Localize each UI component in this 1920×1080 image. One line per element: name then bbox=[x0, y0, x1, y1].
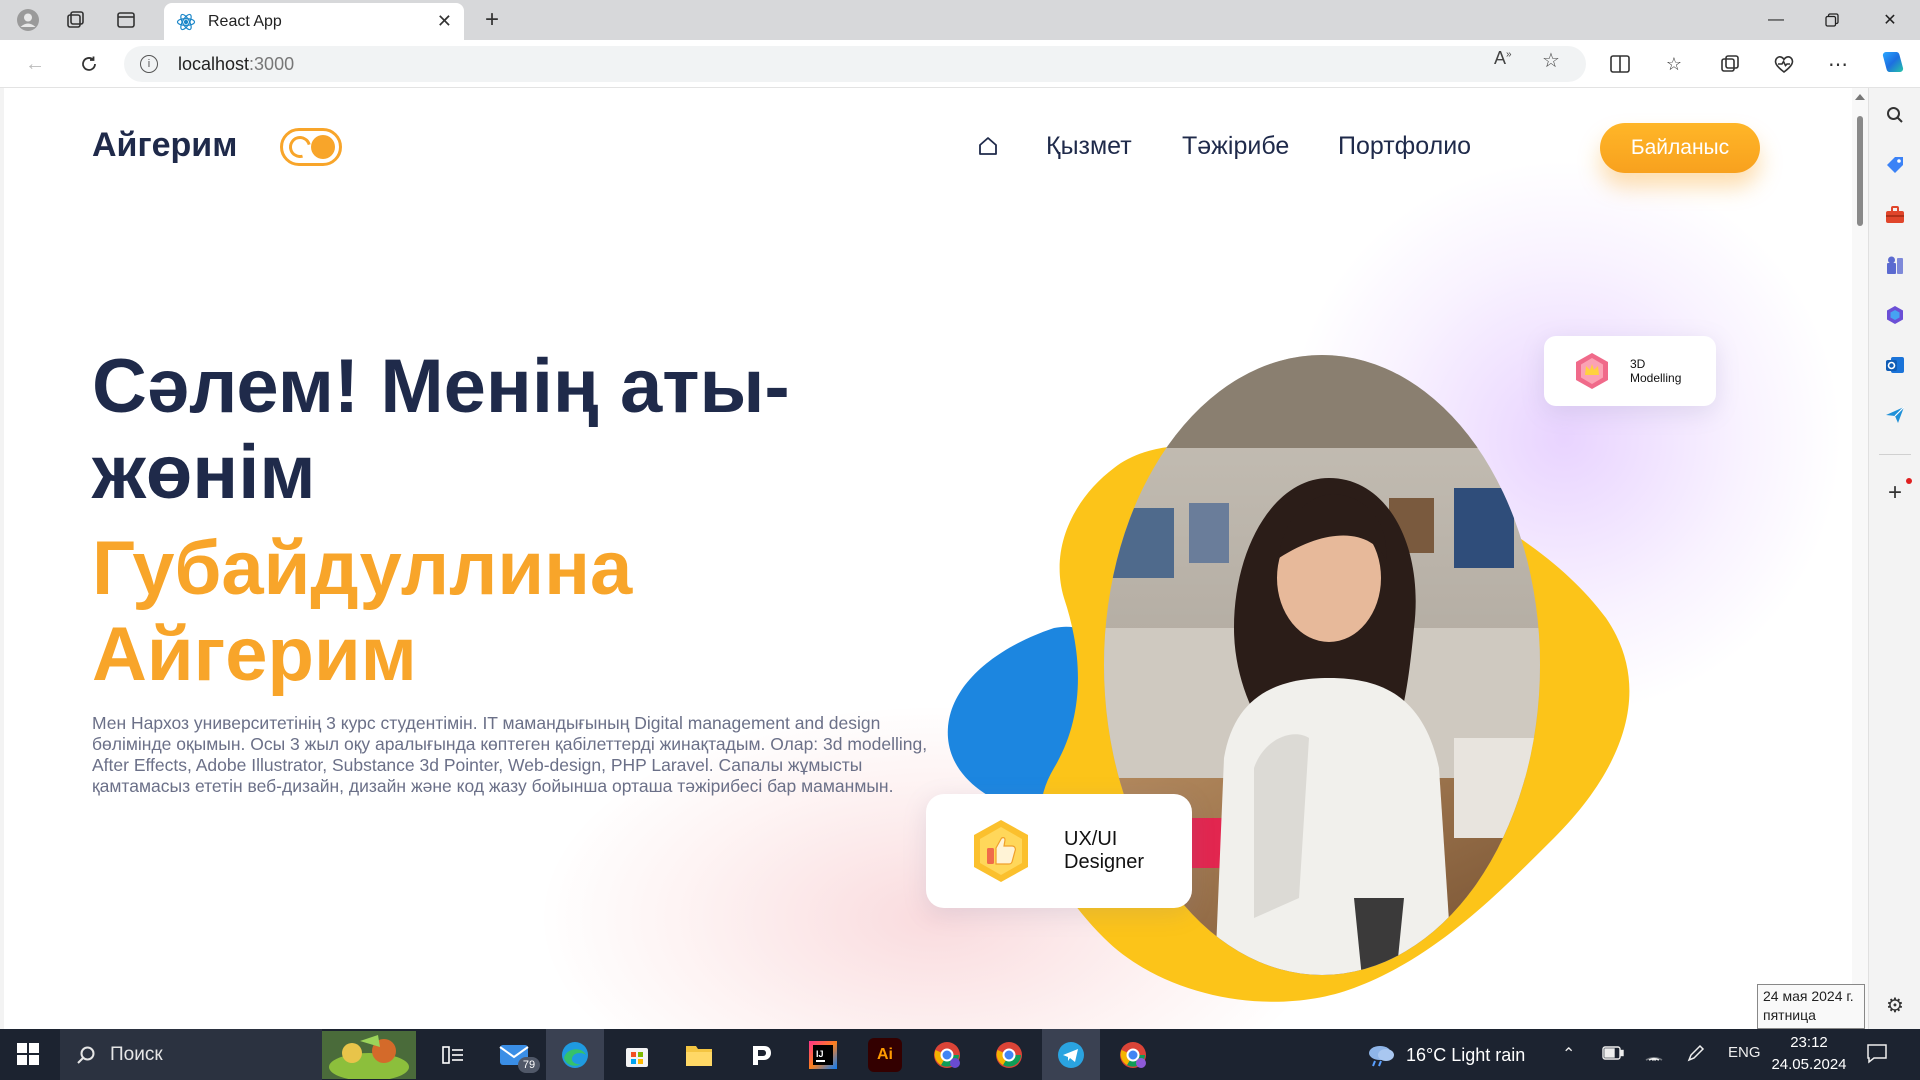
games-icon[interactable] bbox=[1882, 252, 1908, 278]
contact-button[interactable]: Байланыс bbox=[1600, 123, 1760, 173]
url-host: localhost bbox=[178, 53, 250, 74]
system-clock[interactable]: 23:12 24.05.2024 bbox=[1766, 1032, 1852, 1076]
card-ux-ui-designer: UX/UI Designer bbox=[926, 794, 1192, 908]
windows-start-icon[interactable] bbox=[16, 1042, 40, 1066]
chrome-profile-2-icon[interactable] bbox=[1116, 1038, 1150, 1072]
clock-date: 24.05.2024 bbox=[1771, 1056, 1847, 1073]
app-p-icon[interactable] bbox=[744, 1038, 778, 1072]
site-info-icon[interactable]: i bbox=[140, 55, 158, 73]
telegram-icon[interactable] bbox=[1054, 1038, 1088, 1072]
notification-center-icon[interactable] bbox=[1866, 1042, 1888, 1069]
svg-text:IJ: IJ bbox=[816, 1049, 824, 1059]
back-arrow-icon[interactable]: ← bbox=[20, 49, 50, 79]
toggle-knob bbox=[311, 135, 335, 159]
taskbar-search-placeholder: Поиск bbox=[110, 1043, 163, 1065]
task-view-icon[interactable] bbox=[436, 1038, 470, 1072]
store-app-icon[interactable] bbox=[620, 1038, 654, 1072]
intellij-icon[interactable]: IJ bbox=[806, 1038, 840, 1072]
copilot-icon[interactable] bbox=[1878, 48, 1906, 76]
page-viewport: Айгерим Қызмет Тәжірибе Портфолио Байлан… bbox=[4, 88, 1868, 1029]
microsoft-365-icon[interactable] bbox=[1882, 302, 1908, 328]
taskbar-search-icon bbox=[77, 1046, 95, 1064]
collections-icon[interactable] bbox=[1716, 50, 1744, 78]
taskbar: Поиск 79 IJ Ai 16°C Light rain ⌃ ENG 23:… bbox=[0, 1029, 1920, 1080]
clock-time: 23:12 bbox=[1790, 1034, 1828, 1051]
nav-link-portfolio[interactable]: Портфолио bbox=[1338, 132, 1471, 161]
browser-essentials-icon[interactable] bbox=[1770, 50, 1798, 78]
profile-icon[interactable] bbox=[14, 6, 42, 34]
page-scrollbar[interactable] bbox=[1852, 88, 1868, 1029]
tooltip-date: 24 мая 2024 г. bbox=[1763, 988, 1854, 1004]
crown-badge-icon bbox=[1576, 353, 1608, 389]
card-3d-line1: 3D bbox=[1630, 357, 1646, 371]
send-icon[interactable] bbox=[1882, 402, 1908, 428]
address-bar: ← i localhost:3000 A» ☆ ☆ ⋯ bbox=[0, 40, 1920, 88]
wifi-icon[interactable] bbox=[1644, 1044, 1664, 1067]
language-indicator[interactable]: ENG bbox=[1728, 1044, 1761, 1061]
workspaces-icon[interactable] bbox=[62, 6, 90, 34]
tools-icon[interactable] bbox=[1882, 202, 1908, 228]
scrollbar-thumb[interactable] bbox=[1857, 116, 1863, 226]
read-aloud-letter: A bbox=[1494, 48, 1507, 68]
minimize-button[interactable]: — bbox=[1748, 0, 1804, 40]
hero-name: Губайдуллина Айгерим bbox=[92, 526, 633, 697]
theme-toggle[interactable] bbox=[280, 128, 342, 166]
tab-title: React App bbox=[208, 12, 282, 30]
close-tab-icon[interactable]: ✕ bbox=[437, 11, 452, 32]
hero-bio: Мен Нархоз университетінің 3 курс студен… bbox=[92, 713, 928, 796]
home-icon[interactable] bbox=[976, 134, 1000, 158]
weather-widget[interactable]: 16°C Light rain bbox=[1366, 1043, 1525, 1067]
read-aloud-sup: » bbox=[1506, 49, 1512, 60]
hero-greeting: Сәлем! Менің аты-жөнім bbox=[92, 344, 790, 515]
cloud-rain-icon bbox=[1369, 1046, 1394, 1067]
refresh-icon[interactable] bbox=[74, 49, 104, 79]
split-screen-icon[interactable] bbox=[1606, 50, 1634, 78]
react-icon bbox=[176, 13, 196, 30]
notification-dot bbox=[1906, 478, 1912, 484]
omnibox[interactable]: i localhost:3000 bbox=[124, 46, 1586, 82]
thumbs-up-badge-icon bbox=[974, 820, 1028, 882]
search-highlight-illustration bbox=[322, 1031, 416, 1079]
weather-text: 16°C Light rain bbox=[1406, 1044, 1526, 1065]
restore-button[interactable] bbox=[1804, 0, 1860, 40]
taskbar-search[interactable]: Поиск bbox=[60, 1029, 322, 1080]
read-aloud-icon[interactable]: A» bbox=[1494, 48, 1512, 69]
card-ux-line1: UX/UI bbox=[1064, 828, 1118, 850]
chrome-icon[interactable] bbox=[992, 1038, 1026, 1072]
card-3d-line2: Modelling bbox=[1630, 371, 1682, 385]
card-3d-modelling: 3D Modelling bbox=[1544, 336, 1716, 406]
mail-badge: 79 bbox=[518, 1057, 540, 1073]
favorite-star-icon[interactable]: ☆ bbox=[1542, 48, 1560, 73]
nav-link-services[interactable]: Қызмет bbox=[1046, 132, 1132, 161]
show-hidden-icons-chevron-icon[interactable]: ⌃ bbox=[1562, 1044, 1575, 1064]
favorites-icon[interactable]: ☆ bbox=[1660, 50, 1688, 78]
more-options-icon[interactable]: ⋯ bbox=[1824, 50, 1852, 78]
close-window-button[interactable]: ✕ bbox=[1862, 0, 1918, 40]
sidebar-settings-icon[interactable]: ⚙ bbox=[1882, 992, 1908, 1018]
tab-bar: React App ✕ + — ✕ bbox=[0, 0, 1920, 40]
add-sidebar-app-icon[interactable]: + bbox=[1882, 479, 1908, 506]
date-tooltip: 24 мая 2024 г. пятница bbox=[1757, 984, 1865, 1029]
url-port: :3000 bbox=[249, 53, 295, 74]
nav-link-experience[interactable]: Тәжірибе bbox=[1182, 132, 1289, 161]
scroll-up-arrow-icon[interactable] bbox=[1855, 94, 1865, 100]
new-tab-button[interactable]: + bbox=[478, 6, 506, 34]
adobe-illustrator-icon[interactable]: Ai bbox=[868, 1038, 902, 1072]
tab-react-app[interactable]: React App ✕ bbox=[164, 3, 464, 40]
card-ux-line2: Designer bbox=[1064, 851, 1145, 873]
tooltip-weekday: пятница bbox=[1763, 1007, 1816, 1023]
vertical-tabs-icon[interactable] bbox=[112, 6, 140, 34]
chrome-profile-icon[interactable] bbox=[930, 1038, 964, 1072]
edge-browser-icon[interactable] bbox=[558, 1038, 592, 1072]
pen-icon[interactable] bbox=[1686, 1043, 1706, 1068]
outlook-icon[interactable] bbox=[1882, 352, 1908, 378]
url-text[interactable]: localhost:3000 bbox=[178, 54, 294, 75]
shopping-tag-icon[interactable] bbox=[1882, 152, 1908, 178]
edge-sidebar: + ⚙ bbox=[1868, 88, 1920, 1029]
file-explorer-icon[interactable] bbox=[682, 1038, 716, 1072]
site-logo[interactable]: Айгерим bbox=[92, 126, 237, 165]
sidebar-divider bbox=[1879, 454, 1911, 455]
search-icon[interactable] bbox=[1882, 102, 1908, 128]
battery-icon[interactable] bbox=[1602, 1046, 1624, 1065]
